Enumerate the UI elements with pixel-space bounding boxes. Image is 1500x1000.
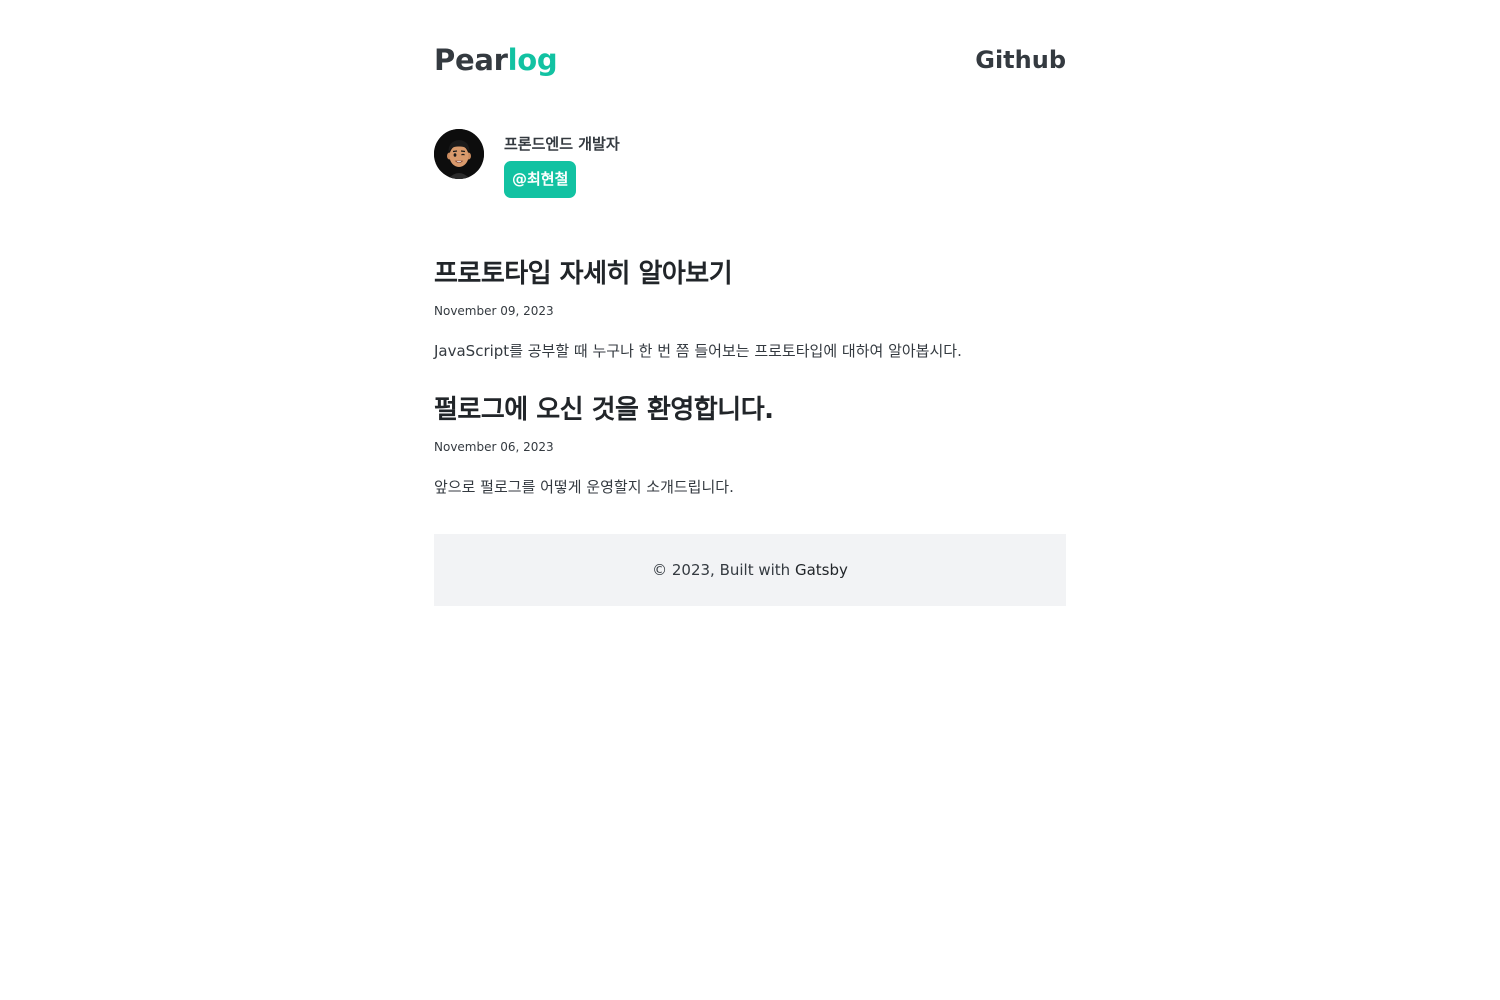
post-title[interactable]: 펄로그에 오신 것을 환영합니다.	[434, 393, 774, 427]
footer-copyright: © 2023, Built with	[652, 561, 795, 579]
site-logo-link[interactable]: Pearlog	[434, 40, 558, 80]
memoji-avatar-icon	[434, 129, 484, 179]
post-description: 앞으로 펄로그를 어떻게 운영할지 소개드립니다.	[434, 478, 734, 496]
site-header: Pearlog Github	[434, 40, 1066, 80]
author-name-badge[interactable]: @최현철	[504, 161, 577, 198]
logo-text-pear: Pear	[434, 43, 508, 77]
post-description: JavaScript를 공부할 때 누구나 한 번 쯤 들어보는 프로토타입에 …	[434, 342, 962, 360]
gatsby-link[interactable]: Gatsby	[795, 561, 848, 579]
post-item[interactable]: 펄로그에 오신 것을 환영합니다. November 06, 2023 앞으로 …	[434, 393, 1066, 503]
github-link[interactable]: Github	[975, 40, 1066, 80]
post-date: November 06, 2023	[434, 440, 554, 454]
author-bio: 프론드엔드 개발자 @최현철	[434, 129, 1066, 199]
post-item[interactable]: 프로토타입 자세히 알아보기 November 09, 2023 JavaScr…	[434, 257, 1066, 367]
post-title[interactable]: 프로토타입 자세히 알아보기	[434, 257, 733, 291]
logo-text-log: log	[507, 43, 558, 77]
site-footer: © 2023, Built with Gatsby	[434, 534, 1066, 606]
bio-role-text: 프론드엔드 개발자	[504, 135, 620, 153]
post-date: November 09, 2023	[434, 304, 554, 318]
